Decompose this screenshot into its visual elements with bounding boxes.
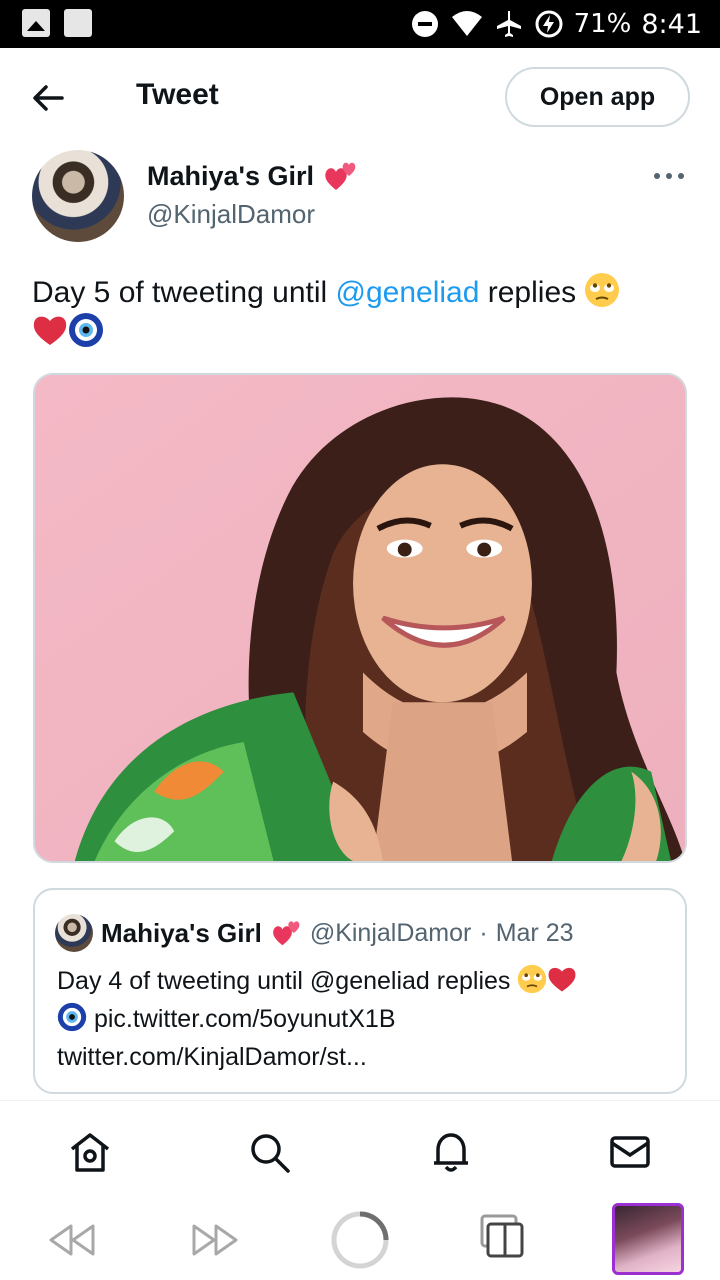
wifi-icon — [451, 11, 482, 36]
battery-charging-icon — [535, 10, 563, 38]
page-title: Tweet — [136, 78, 219, 111]
author-handle[interactable]: @KinjalDamor — [147, 199, 315, 230]
author-name[interactable]: Mahiya's Girl — [147, 161, 314, 192]
photo-icon — [22, 9, 50, 37]
back-icon[interactable] — [45, 1220, 97, 1260]
open-app-button[interactable]: Open app — [505, 67, 690, 127]
quoted-pic-link: pic.twitter.com/5oyunutX1B — [93, 1005, 396, 1033]
clock: 8:41 — [641, 8, 702, 40]
back-arrow-icon[interactable] — [28, 78, 68, 118]
two-hearts-emoji-icon — [272, 921, 300, 946]
two-hearts-emoji-icon — [325, 162, 356, 190]
tweet-text-after: replies — [479, 276, 585, 309]
messages-icon[interactable] — [607, 1129, 653, 1175]
home-icon[interactable] — [67, 1129, 113, 1175]
quoted-author-name: Mahiya's Girl — [101, 917, 262, 948]
red-heart-emoji-icon — [548, 967, 576, 992]
battery-level: 71% — [573, 9, 632, 39]
reload-icon[interactable] — [330, 1210, 390, 1270]
tweet-photo[interactable] — [33, 373, 687, 863]
quoted-handle: @KinjalDamor — [309, 918, 472, 947]
mention-link[interactable]: @geneliad — [336, 276, 480, 309]
photo-illustration — [35, 375, 685, 861]
nazar-amulet-emoji-icon — [57, 1002, 87, 1032]
author-name-row[interactable]: Mahiya's Girl — [147, 160, 358, 192]
square-icon — [64, 9, 92, 37]
quoted-text-main: Day 4 of tweeting until @geneliad replie… — [57, 967, 518, 995]
bottom-navigation — [0, 1101, 720, 1201]
dot-separator: · — [479, 918, 488, 947]
quoted-tweet-header: Mahiya's Girl @KinjalDamor · Mar 23 — [55, 914, 574, 952]
search-icon[interactable] — [246, 1129, 292, 1175]
tweet-text: Day 5 of tweeting until @geneliad replie… — [32, 272, 682, 352]
eye-roll-emoji-icon — [585, 273, 620, 307]
quoted-date: Mar 23 — [495, 918, 574, 947]
nazar-amulet-emoji-icon — [69, 313, 103, 347]
quoted-text: Day 4 of tweeting until @geneliad replie… — [57, 962, 667, 1076]
top-bar: Tweet Open app — [0, 48, 720, 146]
tabs-icon[interactable] — [480, 1214, 526, 1260]
airplane-icon — [496, 11, 521, 37]
notifications-icon[interactable] — [428, 1129, 474, 1175]
current-tab-thumbnail[interactable] — [612, 1203, 684, 1275]
avatar[interactable] — [32, 150, 124, 242]
browser-toolbar — [0, 1200, 720, 1280]
tweet-text-before: Day 5 of tweeting until — [32, 276, 336, 309]
status-bar: 71% 8:41 — [0, 0, 720, 48]
quoted-tweet[interactable]: Mahiya's Girl @KinjalDamor · Mar 23 Day … — [33, 888, 687, 1094]
more-options-icon[interactable] — [654, 166, 688, 186]
quoted-url: twitter.com/KinjalDamor/st... — [57, 1043, 367, 1071]
do-not-disturb-icon — [411, 11, 438, 37]
red-heart-emoji-icon — [33, 316, 67, 345]
quoted-avatar — [55, 914, 93, 952]
forward-icon[interactable] — [190, 1220, 242, 1260]
eye-roll-emoji-icon — [518, 964, 547, 994]
